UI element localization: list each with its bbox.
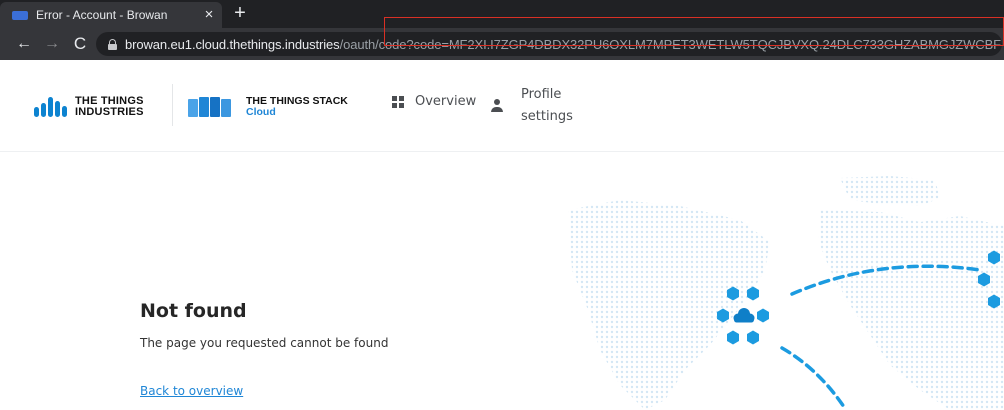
grid-icon: [392, 95, 404, 108]
nav-profile-label: Profile settings: [521, 87, 573, 124]
connection-line-down: [780, 346, 848, 410]
nav-item-overview[interactable]: Overview: [392, 94, 476, 109]
tts-stack-icon: [188, 97, 232, 117]
app-header: THE THINGS INDUSTRIES THE THINGS STACK C…: [0, 60, 1004, 152]
the-things-stack-logo[interactable]: THE THINGS STACK Cloud: [188, 96, 348, 118]
tts-logo-line2: Cloud: [246, 106, 276, 118]
forward-arrow-icon[interactable]: →: [40, 28, 64, 60]
back-to-overview-link[interactable]: Back to overview: [140, 384, 243, 398]
url-text[interactable]: browan.eu1.cloud.thethings.industries/oa…: [125, 37, 1002, 52]
the-things-industries-logo[interactable]: THE THINGS INDUSTRIES: [34, 96, 144, 118]
world-map-illustration: [568, 176, 1004, 410]
page-title: Not found: [140, 300, 247, 322]
person-icon: [491, 99, 503, 113]
lock-icon[interactable]: [108, 38, 117, 50]
url-host: browan.eu1.cloud.thethings.industries: [125, 36, 340, 52]
error-message: The page you requested cannot be found: [140, 336, 389, 350]
tti-logo-line2: INDUSTRIES: [75, 106, 144, 118]
nav-overview-label: Overview: [415, 94, 477, 109]
tab-close-icon[interactable]: ×: [196, 2, 222, 28]
back-arrow-icon[interactable]: ←: [12, 28, 36, 60]
header-divider: [172, 84, 173, 126]
url-path: /oauth/code?code=MF2XI.I7ZGP4DBDX32PU6OX…: [339, 36, 1002, 52]
browser-tab-bar: Error - Account - Browan × +: [0, 0, 1004, 28]
reload-icon[interactable]: C: [68, 28, 92, 60]
tab-favicon-icon: [12, 10, 28, 20]
tti-bars-icon: [34, 97, 69, 117]
browser-tab-active[interactable]: Error - Account - Browan ×: [0, 2, 222, 28]
tab-title: Error - Account - Browan: [36, 8, 168, 22]
nav-item-profile-settings[interactable]: Profile settings: [491, 84, 591, 128]
browser-toolbar: ← → C browan.eu1.cloud.thethings.industr…: [0, 28, 1004, 60]
map-dot-continents: [568, 176, 1004, 410]
address-bar[interactable]: browan.eu1.cloud.thethings.industries/oa…: [96, 32, 1002, 56]
new-tab-button[interactable]: +: [229, 1, 251, 27]
